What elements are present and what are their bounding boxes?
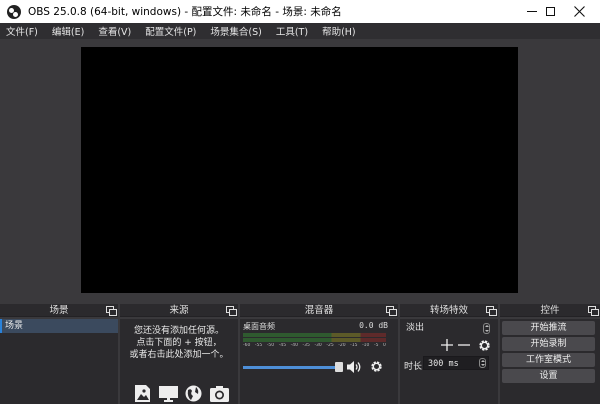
plus-icon (441, 339, 453, 351)
preview-canvas[interactable] (81, 47, 518, 293)
gear-icon (478, 340, 490, 351)
meter-tick: -30 (314, 343, 322, 348)
sources-empty-hint: 您还没有添加任何源。 点击下面的 + 按钮， 或者右击此处添加一个。 (120, 325, 238, 361)
start-recording-button[interactable]: 开始录制 (502, 337, 595, 351)
sources-dock: 来源 您还没有添加任何源。 点击下面的 + 按钮， 或者右击此处添加一个。 (120, 304, 238, 404)
image-icon (133, 384, 152, 402)
menu-view[interactable]: 查看(V) (95, 24, 131, 38)
duration-label: 时长 (404, 362, 423, 372)
menu-profile[interactable]: 配置文件(P) (142, 24, 196, 38)
sources-hint-line: 或者右击此处添加一个。 (129, 350, 229, 360)
scene-list-item[interactable]: 场景 (0, 319, 118, 333)
meter-tick: -20 (338, 343, 346, 348)
meter-tick: 0 (383, 343, 386, 348)
meter-scale: -60 -55 -50 -45 -40 -35 -30 -25 -20 -15 … (243, 343, 386, 349)
scenes-dock-header: 场景 (0, 304, 118, 317)
duration-value: 300 ms (428, 359, 459, 369)
scenes-dock-title: 场景 (49, 305, 69, 316)
controls-body: 开始推流 开始录制 工作室模式 设置 (500, 319, 600, 404)
mixer-dock-header: 混音器 (240, 304, 398, 317)
transition-selected-value: 淡出 (406, 323, 425, 333)
transitions-body: 淡出 时长 300 ms (400, 319, 498, 404)
scenes-list: 场景 (0, 319, 118, 404)
meter-tick: -50 (266, 343, 275, 348)
minus-icon (458, 344, 470, 346)
meter-tick: -25 (326, 343, 334, 348)
mixer-db-readout: 0.0 dB (359, 321, 388, 330)
menu-scene-collection[interactable]: 场景集合(S) (207, 24, 261, 38)
close-icon (573, 6, 585, 17)
undock-icon[interactable] (386, 306, 397, 316)
select-arrows-icon (483, 323, 490, 334)
sources-hint-line: 您还没有添加任何源。 (133, 326, 224, 336)
sources-list[interactable]: 您还没有添加任何源。 点击下面的 + 按钮， 或者右击此处添加一个。 (120, 319, 238, 404)
gear-icon[interactable] (370, 360, 383, 373)
transition-settings-button[interactable] (477, 339, 491, 353)
speaker-mute-icon[interactable] (346, 360, 362, 374)
add-transition-button[interactable] (440, 339, 454, 353)
menu-file[interactable]: 文件(F) (3, 24, 38, 38)
mixer-dock-title: 混音器 (304, 305, 334, 316)
meter-tick: -10 (362, 343, 370, 348)
meter-tick: -40 (290, 343, 298, 348)
menu-bar: 文件(F) 编辑(E) 查看(V) 配置文件(P) 场景集合(S) 工具(T) … (0, 23, 600, 39)
scene-transitions-dock: 转场特效 淡出 时长 300 ms (400, 304, 498, 404)
controls-dock-header: 控件 (500, 304, 600, 317)
volume-meter (243, 338, 386, 342)
remove-transition-button[interactable] (457, 339, 471, 353)
volume-slider-handle[interactable] (335, 362, 343, 372)
transitions-dock-header: 转场特效 (400, 304, 498, 317)
meter-tick: -35 (302, 343, 310, 348)
undock-icon[interactable] (226, 306, 237, 316)
volume-slider[interactable] (243, 362, 343, 372)
sources-dock-header: 来源 (120, 304, 238, 317)
start-streaming-button[interactable]: 开始推流 (502, 321, 595, 335)
spinbox-arrows-icon[interactable] (479, 358, 486, 368)
transition-type-select[interactable]: 淡出 (403, 322, 493, 335)
display-capture-icon (158, 385, 178, 402)
meter-tick: -5 (373, 343, 379, 348)
undock-icon[interactable] (588, 306, 599, 316)
browser-globe-icon (184, 385, 203, 402)
menu-tools[interactable]: 工具(T) (273, 24, 308, 38)
meter-tick: -60 (243, 343, 251, 348)
camera-icon (209, 385, 229, 402)
close-button[interactable] (556, 0, 600, 23)
preview-area (0, 39, 600, 302)
source-type-icons (133, 384, 229, 402)
title-bar: OBS 25.0.8 (64-bit, windows) - 配置文件: 未命名… (0, 0, 600, 23)
scenes-dock: 场景 场景 (0, 304, 118, 404)
settings-button[interactable]: 设置 (502, 369, 595, 383)
meter-tick: -15 (350, 343, 358, 348)
mixer-body: 桌面音频 0.0 dB -60 -55 -50 -45 -40 -35 -30 … (240, 319, 398, 404)
volume-slider-fill (243, 366, 335, 369)
mixer-track-name: 桌面音频 (243, 322, 275, 331)
meter-tick: -45 (278, 343, 287, 348)
audio-mixer-dock: 混音器 桌面音频 0.0 dB -60 -55 -50 -45 -40 -35 … (240, 304, 398, 404)
meter-tick: -55 (254, 343, 263, 348)
duration-spinbox[interactable]: 300 ms (423, 356, 489, 370)
undock-icon[interactable] (486, 306, 497, 316)
menu-help[interactable]: 帮助(H) (319, 24, 356, 38)
menu-edit[interactable]: 编辑(E) (49, 24, 84, 38)
obs-logo-icon (7, 4, 21, 19)
sources-dock-title: 来源 (169, 305, 189, 316)
controls-dock: 控件 开始推流 开始录制 工作室模式 设置 (500, 304, 600, 404)
volume-meter (243, 333, 386, 337)
undock-icon[interactable] (106, 306, 117, 316)
sources-hint-line: 点击下面的 + 按钮， (136, 338, 222, 348)
controls-dock-title: 控件 (540, 305, 560, 316)
window-title: OBS 25.0.8 (64-bit, windows) - 配置文件: 未命名… (28, 6, 342, 18)
studio-mode-button[interactable]: 工作室模式 (502, 353, 595, 367)
transitions-dock-title: 转场特效 (429, 305, 468, 316)
maximize-icon (545, 7, 555, 16)
